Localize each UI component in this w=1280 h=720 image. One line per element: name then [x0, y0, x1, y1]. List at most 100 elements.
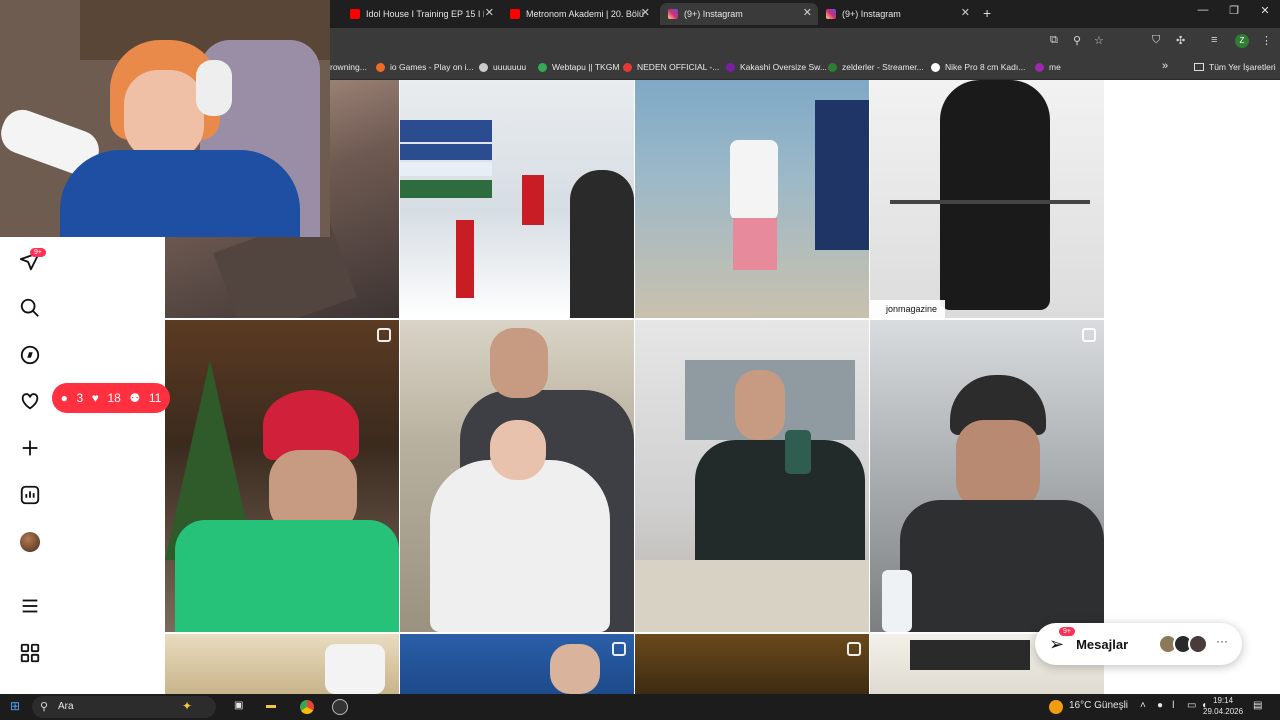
notification-center-icon[interactable]: ▤	[1253, 700, 1262, 711]
grid-post-reel[interactable]	[870, 320, 1104, 632]
tagged-account-label[interactable]: jonmagazine	[870, 300, 946, 318]
profile-nav-avatar[interactable]	[19, 531, 41, 553]
search-nav-icon[interactable]	[19, 297, 41, 319]
grid-post[interactable]	[635, 634, 869, 694]
new-tab-button[interactable]: +	[983, 5, 991, 21]
mic-tray-icon[interactable]: ǀ	[1172, 700, 1175, 711]
bookmark-favicon-icon	[623, 62, 632, 72]
child-shirt-shape	[730, 140, 778, 220]
counter-shape	[635, 560, 869, 632]
bookmark-favicon-icon	[931, 62, 940, 72]
media-controls-icon[interactable]: ≡	[1211, 34, 1217, 46]
kebab-menu-icon[interactable]: ⋮	[1261, 34, 1272, 47]
messages-floating-button[interactable]: ➢ 9+ Mesajlar ···	[1035, 623, 1242, 665]
grid-post-reel[interactable]	[400, 634, 634, 694]
bookmark-item[interactable]: me	[1035, 62, 1061, 72]
messages-pill-badge: 9+	[1059, 627, 1075, 636]
browser-tab-active[interactable]: (9+) Instagram ✕	[660, 3, 818, 25]
dashboard-nav-icon[interactable]	[19, 484, 41, 506]
bookmark-item[interactable]: Nike Pro 8 cm Kadı...	[931, 62, 1025, 72]
restore-button[interactable]: ❐	[1219, 4, 1249, 17]
zoom-icon[interactable]: ⚲	[1073, 34, 1081, 47]
task-view-icon[interactable]: ▣	[234, 700, 243, 711]
youtube-icon	[350, 9, 360, 19]
bookmark-item[interactable]: NEDEN OFFICIAL -...	[623, 62, 719, 72]
create-nav-icon[interactable]	[19, 437, 41, 459]
plus-icon	[22, 440, 38, 456]
shield-icon[interactable]: ⛉	[1152, 34, 1160, 47]
grid-post[interactable]	[635, 320, 869, 632]
railing-shape	[890, 200, 1090, 204]
headphones-shape	[196, 60, 232, 116]
like-count: 18	[107, 391, 121, 405]
messages-label: Mesajlar	[1076, 636, 1129, 652]
bookmark-favicon-icon	[726, 62, 735, 72]
person-shape	[940, 80, 1050, 310]
browser-tab[interactable]: Metronom Akademi | 20. Bölüm ✕	[502, 3, 656, 25]
person-face-shape	[124, 70, 204, 160]
microphone-icon[interactable]: ●	[1157, 700, 1163, 711]
bookmark-item[interactable]: io Games - Play on i...	[376, 62, 474, 72]
windows-start-icon[interactable]: ⊞	[10, 699, 20, 713]
bookmark-item[interactable]: Webtapu || TKGM	[538, 62, 619, 72]
bookmark-item[interactable]: Kakashi Oversize Sw...	[726, 62, 827, 72]
bookmark-item[interactable]: uuuuuuu	[479, 62, 526, 72]
grid-post[interactable]	[400, 80, 634, 318]
tab-title: (9+) Instagram	[684, 9, 743, 19]
comment-icon: ●	[60, 391, 68, 405]
grid-post[interactable]	[635, 80, 869, 318]
browser-tab[interactable]: (9+) Instagram ✕	[818, 3, 976, 25]
taskbar-search-box[interactable]: ⚲ Ara ✦	[32, 696, 216, 718]
search-icon	[20, 298, 39, 317]
grid-post[interactable]	[165, 634, 399, 694]
weather-text[interactable]: 16°C Güneşli	[1069, 700, 1128, 711]
bookmark-star-icon[interactable]: ☆	[1094, 34, 1104, 47]
activity-summary-pill[interactable]: ● 3 ♥ 18 ⚉ 11	[52, 383, 170, 413]
all-bookmarks-folder[interactable]: Tüm Yer İşaretleri	[1194, 62, 1276, 72]
bookmark-item[interactable]: rowning...	[330, 62, 367, 72]
close-tab-icon[interactable]: ✕	[961, 6, 970, 19]
grid-post[interactable]	[400, 320, 634, 632]
apps-grid-icon	[20, 643, 40, 663]
bookmarks-overflow-button[interactable]: »	[1162, 60, 1168, 72]
bookmark-label: zelderler - Streamer...	[842, 62, 924, 72]
face-shape	[956, 420, 1040, 510]
close-tab-icon[interactable]: ✕	[803, 6, 812, 19]
bookmark-item[interactable]: zelderler - Streamer...	[828, 62, 924, 72]
recent-chat-avatars	[1158, 634, 1208, 654]
grid-post-reel[interactable]	[165, 320, 399, 632]
bookmark-favicon-icon	[479, 62, 488, 72]
profile-avatar[interactable]: Z	[1235, 34, 1249, 48]
road-sign-shape	[400, 180, 492, 198]
person-icon: ⚉	[129, 391, 141, 405]
bar-chart-icon	[20, 485, 40, 505]
notifications-nav-icon[interactable]	[19, 390, 41, 412]
bookmark-label: Kakashi Oversize Sw...	[740, 62, 827, 72]
obs-icon[interactable]	[332, 699, 348, 715]
heart-icon	[21, 393, 39, 410]
tray-overflow-icon[interactable]: ˄	[1140, 700, 1146, 711]
more-menu-nav-icon[interactable]	[19, 595, 41, 617]
chrome-icon[interactable]	[300, 700, 314, 714]
tab-title: Idol House I Training EP 15 I Ek	[366, 9, 484, 19]
explore-nav-icon[interactable]	[19, 344, 41, 366]
minimize-button[interactable]: —	[1188, 4, 1218, 16]
bookmark-label: NEDEN OFFICIAL -...	[637, 62, 720, 72]
also-from-meta-nav-icon[interactable]	[19, 642, 41, 664]
bookmark-label: io Games - Play on i...	[390, 62, 474, 72]
close-tab-icon[interactable]: ✕	[485, 6, 494, 19]
file-explorer-icon[interactable]: ▬	[266, 700, 276, 711]
browser-tab[interactable]: Idol House I Training EP 15 I Ek ✕	[342, 3, 500, 25]
grid-post[interactable]: jonmagazine	[870, 80, 1104, 318]
cast-icon[interactable]: ⧉	[1050, 34, 1058, 47]
close-window-button[interactable]: ✕	[1250, 4, 1280, 17]
extensions-icon[interactable]: ✣	[1176, 34, 1185, 47]
clock-date[interactable]: 29.04.2026	[1203, 707, 1243, 716]
person-shape	[550, 644, 600, 694]
more-options-icon[interactable]: ···	[1216, 634, 1228, 648]
close-tab-icon[interactable]: ✕	[641, 6, 650, 19]
post-photo-shape	[325, 644, 385, 694]
network-icon[interactable]: ▭	[1187, 700, 1196, 711]
road-sign-shape	[400, 120, 492, 142]
clock-time[interactable]: 19:14	[1213, 696, 1233, 705]
